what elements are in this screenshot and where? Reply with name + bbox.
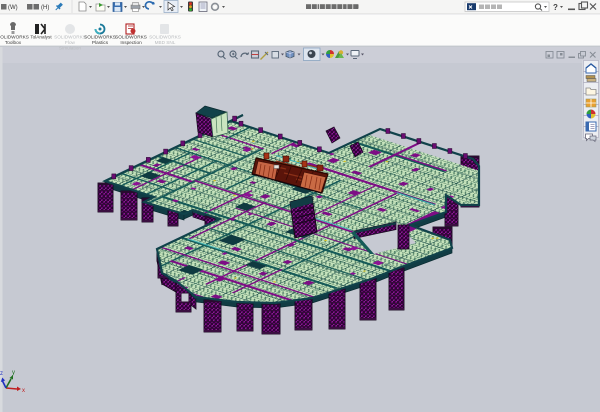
svg-text:SOLIDWORKS: SOLIDWORKS bbox=[0, 35, 29, 40]
svg-text:Plastics: Plastics bbox=[92, 40, 109, 45]
svg-text:Inspection: Inspection bbox=[120, 40, 142, 45]
svg-text:Toolbox: Toolbox bbox=[5, 40, 22, 45]
svg-text:x: x bbox=[22, 388, 25, 394]
svg-text:MBD SNL: MBD SNL bbox=[155, 40, 176, 45]
svg-text:?: ? bbox=[553, 3, 558, 12]
svg-text:SOLIDWORKS: SOLIDWORKS bbox=[115, 35, 147, 40]
svg-text:Flow: Flow bbox=[65, 40, 76, 45]
svg-text:Simulation: Simulation bbox=[59, 46, 81, 51]
svg-text:y: y bbox=[12, 370, 15, 376]
svg-text:(H): (H) bbox=[41, 5, 49, 11]
svg-text:(W): (W) bbox=[8, 5, 18, 11]
svg-text:TolAnalyst: TolAnalyst bbox=[30, 35, 52, 40]
svg-text:SOLIDWORKS: SOLIDWORKS bbox=[84, 35, 116, 40]
svg-text:z: z bbox=[0, 371, 3, 377]
svg-text:SOLIDWORKS: SOLIDWORKS bbox=[149, 35, 181, 40]
svg-text:SOLIDWORKS: SOLIDWORKS bbox=[54, 35, 86, 40]
